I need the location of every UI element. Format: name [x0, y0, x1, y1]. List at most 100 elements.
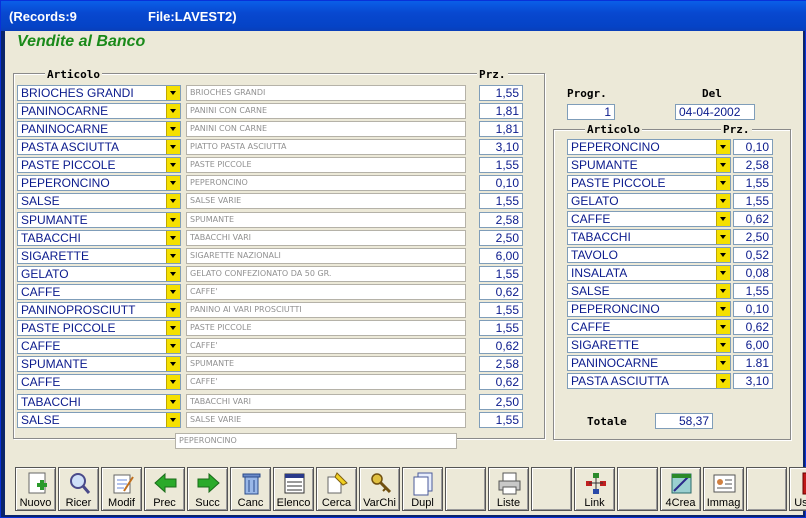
- toolbar-button-prec[interactable]: Prec: [144, 467, 185, 511]
- chevron-down-icon[interactable]: [166, 267, 180, 281]
- article-price[interactable]: 1,55: [479, 266, 523, 282]
- article-combo[interactable]: PASTE PICCOLE: [17, 157, 181, 173]
- chevron-down-icon[interactable]: [166, 285, 180, 299]
- article-combo[interactable]: GELATO: [567, 193, 731, 209]
- article-price[interactable]: 2,58: [733, 157, 773, 173]
- chevron-down-icon[interactable]: [166, 231, 180, 245]
- chevron-down-icon[interactable]: [716, 374, 730, 388]
- article-combo[interactable]: PANINOCARNE: [17, 103, 181, 119]
- chevron-down-icon[interactable]: [166, 104, 180, 118]
- article-combo[interactable]: SALSE: [17, 412, 181, 428]
- article-price[interactable]: 0,10: [479, 175, 523, 191]
- toolbar-button-empty[interactable]: [746, 467, 787, 511]
- toolbar-button-empty[interactable]: [445, 467, 486, 511]
- toolbar-button-canc[interactable]: Canc: [230, 467, 271, 511]
- article-price[interactable]: 1,81: [479, 103, 523, 119]
- article-price[interactable]: 3,10: [479, 139, 523, 155]
- chevron-down-icon[interactable]: [166, 303, 180, 317]
- article-price[interactable]: 2,58: [479, 356, 523, 372]
- article-combo[interactable]: CAFFE: [17, 284, 181, 300]
- article-combo[interactable]: CAFFE: [567, 211, 731, 227]
- article-price[interactable]: 1,55: [479, 302, 523, 318]
- article-combo[interactable]: TABACCHI: [567, 229, 731, 245]
- toolbar-button-nuovo[interactable]: Nuovo: [15, 467, 56, 511]
- article-combo[interactable]: SPUMANTE: [17, 356, 181, 372]
- chevron-down-icon[interactable]: [166, 321, 180, 335]
- article-combo[interactable]: CAFFE: [17, 338, 181, 354]
- article-price[interactable]: 1,55: [479, 320, 523, 336]
- article-price[interactable]: 0,62: [733, 211, 773, 227]
- article-combo[interactable]: PEPERONCINO: [567, 301, 731, 317]
- article-combo[interactable]: PASTE PICCOLE: [567, 175, 731, 191]
- article-price[interactable]: 0,10: [733, 139, 773, 155]
- article-price[interactable]: 1,55: [479, 412, 523, 428]
- chevron-down-icon[interactable]: [166, 158, 180, 172]
- article-price[interactable]: 1,55: [733, 193, 773, 209]
- article-combo[interactable]: PASTA ASCIUTTA: [17, 139, 181, 155]
- chevron-down-icon[interactable]: [166, 413, 180, 427]
- chevron-down-icon[interactable]: [716, 158, 730, 172]
- article-price[interactable]: 1,55: [479, 193, 523, 209]
- article-price[interactable]: 0,62: [479, 284, 523, 300]
- chevron-down-icon[interactable]: [716, 320, 730, 334]
- toolbar-button-empty[interactable]: [531, 467, 572, 511]
- article-price[interactable]: 0,62: [733, 319, 773, 335]
- chevron-down-icon[interactable]: [716, 266, 730, 280]
- chevron-down-icon[interactable]: [716, 248, 730, 262]
- chevron-down-icon[interactable]: [166, 339, 180, 353]
- chevron-down-icon[interactable]: [716, 302, 730, 316]
- toolbar-button-uscita[interactable]: Uscita: [789, 467, 806, 511]
- chevron-down-icon[interactable]: [716, 194, 730, 208]
- progr-field[interactable]: 1: [567, 104, 615, 120]
- chevron-down-icon[interactable]: [166, 213, 180, 227]
- article-price[interactable]: 1,81: [479, 121, 523, 137]
- toolbar-button-modif[interactable]: Modif: [101, 467, 142, 511]
- chevron-down-icon[interactable]: [166, 122, 180, 136]
- article-price[interactable]: 2,50: [733, 229, 773, 245]
- article-price[interactable]: 0,52: [733, 247, 773, 263]
- toolbar-button-dupl[interactable]: Dupl: [402, 467, 443, 511]
- chevron-down-icon[interactable]: [716, 356, 730, 370]
- article-price[interactable]: 1,55: [479, 157, 523, 173]
- toolbar-button-liste[interactable]: Liste: [488, 467, 529, 511]
- chevron-down-icon[interactable]: [716, 140, 730, 154]
- article-price[interactable]: 1,55: [733, 175, 773, 191]
- toolbar-button-4crea[interactable]: 4Crea: [660, 467, 701, 511]
- article-combo[interactable]: CAFFE: [567, 319, 731, 335]
- article-combo[interactable]: TABACCHI: [17, 230, 181, 246]
- chevron-down-icon[interactable]: [166, 194, 180, 208]
- article-combo[interactable]: SPUMANTE: [567, 157, 731, 173]
- article-price[interactable]: 1,55: [733, 283, 773, 299]
- chevron-down-icon[interactable]: [166, 176, 180, 190]
- article-combo[interactable]: TABACCHI: [17, 394, 181, 410]
- article-combo[interactable]: PEPERONCINO: [567, 139, 731, 155]
- toolbar-button-cerca[interactable]: Cerca: [316, 467, 357, 511]
- article-price[interactable]: 2,58: [479, 212, 523, 228]
- article-price[interactable]: 0,62: [479, 338, 523, 354]
- article-price[interactable]: 0,10: [733, 301, 773, 317]
- article-price[interactable]: 6,00: [479, 248, 523, 264]
- article-price[interactable]: 2,50: [479, 230, 523, 246]
- article-combo[interactable]: CAFFE: [17, 374, 181, 390]
- article-combo[interactable]: SPUMANTE: [17, 212, 181, 228]
- chevron-down-icon[interactable]: [716, 212, 730, 226]
- article-combo[interactable]: PEPERONCINO: [17, 175, 181, 191]
- article-combo[interactable]: TAVOLO: [567, 247, 731, 263]
- article-combo[interactable]: GELATO: [17, 266, 181, 282]
- article-combo[interactable]: PANINOCARNE: [17, 121, 181, 137]
- toolbar-button-link[interactable]: Link: [574, 467, 615, 511]
- toolbar-button-immag[interactable]: Immag: [703, 467, 744, 511]
- chevron-down-icon[interactable]: [166, 86, 180, 100]
- chevron-down-icon[interactable]: [166, 375, 180, 389]
- article-combo[interactable]: PASTE PICCOLE: [17, 320, 181, 336]
- article-combo[interactable]: PANINOPROSCIUTT: [17, 302, 181, 318]
- article-price[interactable]: 1,55: [479, 85, 523, 101]
- chevron-down-icon[interactable]: [166, 357, 180, 371]
- chevron-down-icon[interactable]: [716, 338, 730, 352]
- toolbar-button-empty[interactable]: [617, 467, 658, 511]
- article-combo[interactable]: SALSE: [567, 283, 731, 299]
- article-price[interactable]: 0,62: [479, 374, 523, 390]
- article-price[interactable]: 2,50: [479, 394, 523, 410]
- article-combo[interactable]: SALSE: [17, 193, 181, 209]
- chevron-down-icon[interactable]: [716, 176, 730, 190]
